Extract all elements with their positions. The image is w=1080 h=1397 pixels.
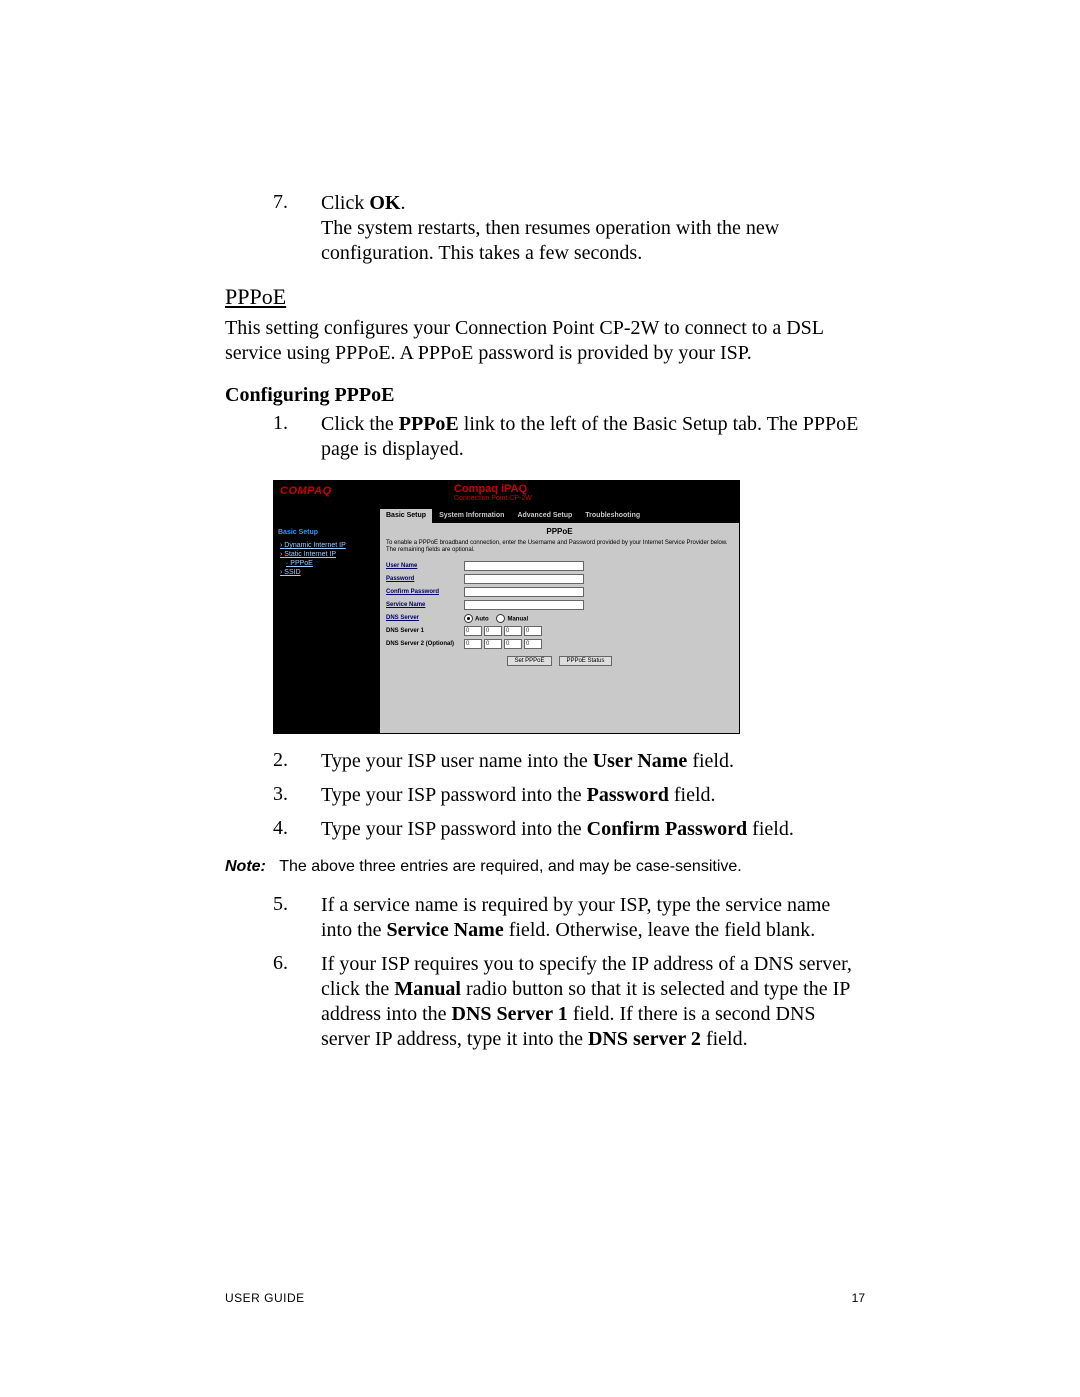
input-dns1-c[interactable]: 0 bbox=[504, 626, 522, 636]
sidebar-header: Basic Setup bbox=[278, 529, 376, 536]
sidebar-item-ssid[interactable]: › SSID bbox=[280, 569, 376, 576]
ss-sidebar: Basic Setup › Dynamic Internet IP › Stat… bbox=[274, 523, 380, 733]
heading-configuring-pppoe: Configuring PPPoE bbox=[225, 384, 865, 407]
tab-system-information[interactable]: System Information bbox=[433, 509, 510, 523]
sidebar-item-pppoe[interactable]: · PPPoE bbox=[286, 560, 376, 567]
ss-main: PPPoE To enable a PPPoE broadband connec… bbox=[380, 523, 739, 733]
label-dns2: DNS Server 2 (Optional) bbox=[386, 641, 464, 647]
footer-left: USER GUIDE bbox=[225, 1291, 305, 1305]
footer: USER GUIDE 17 bbox=[225, 1291, 865, 1305]
step-5: 5. If a service name is required by your… bbox=[273, 892, 865, 943]
embedded-screenshot: COMPAQ Compaq iPAQ Connection Point CP-2… bbox=[273, 480, 740, 734]
label-confirm-password[interactable]: Confirm Password bbox=[386, 589, 464, 595]
input-dns1-b[interactable]: 0 bbox=[484, 626, 502, 636]
sidebar-item-dynamic-ip[interactable]: › Dynamic Internet IP bbox=[280, 542, 376, 549]
heading-pppoe: PPPoE bbox=[225, 284, 865, 310]
input-confirm-password[interactable] bbox=[464, 587, 584, 597]
radio-auto-group: Auto Manual bbox=[464, 614, 528, 623]
ss-main-title: PPPoE bbox=[386, 527, 733, 536]
sidebar-item-static-ip[interactable]: › Static Internet IP bbox=[280, 551, 376, 558]
label-username[interactable]: User Name bbox=[386, 563, 464, 569]
input-username[interactable] bbox=[464, 561, 584, 571]
tab-basic-setup[interactable]: Basic Setup bbox=[380, 509, 432, 523]
button-set-pppoe[interactable]: Set PPPoE bbox=[507, 656, 551, 666]
step-2: 2. Type your ISP user name into the User… bbox=[273, 748, 865, 774]
input-dns2-b[interactable]: 0 bbox=[484, 639, 502, 649]
page: 7. Click OK. The system restarts, then r… bbox=[0, 0, 1080, 1397]
label-dns-server[interactable]: DNS Server bbox=[386, 615, 464, 621]
step-3: 3. Type your ISP password into the Passw… bbox=[273, 782, 865, 808]
tab-troubleshooting[interactable]: Troubleshooting bbox=[579, 509, 646, 523]
step-1: 1. Click the PPPoE link to the left of t… bbox=[273, 411, 865, 462]
note-label: Note: bbox=[225, 858, 266, 875]
ss-title: Compaq iPAQ bbox=[454, 483, 527, 495]
ss-subtitle: Connection Point CP-2W bbox=[454, 495, 532, 502]
radio-manual[interactable] bbox=[496, 614, 505, 623]
label-service-name[interactable]: Service Name bbox=[386, 602, 464, 608]
note: Note: The above three entries are requir… bbox=[225, 858, 865, 876]
pppoe-intro: This setting configures your Connection … bbox=[225, 316, 865, 366]
radio-auto[interactable] bbox=[464, 614, 473, 623]
ss-main-intro: To enable a PPPoE broadband connection, … bbox=[386, 540, 733, 554]
input-service-name[interactable] bbox=[464, 600, 584, 610]
compaq-logo: COMPAQ bbox=[280, 485, 332, 497]
page-number: 17 bbox=[852, 1291, 865, 1305]
step-4: 4. Type your ISP password into the Confi… bbox=[273, 816, 865, 842]
step-7-number: 7. bbox=[273, 190, 303, 215]
step-6: 6. If your ISP requires you to specify t… bbox=[273, 951, 865, 1052]
input-dns1-a[interactable]: 0 bbox=[464, 626, 482, 636]
tab-advanced-setup[interactable]: Advanced Setup bbox=[511, 509, 578, 523]
label-password[interactable]: Password bbox=[386, 576, 464, 582]
button-pppoe-status[interactable]: PPPoE Status bbox=[559, 656, 611, 666]
input-dns1-d[interactable]: 0 bbox=[524, 626, 542, 636]
input-dns2-d[interactable]: 0 bbox=[524, 639, 542, 649]
step-7: 7. Click OK. The system restarts, then r… bbox=[273, 190, 865, 266]
input-password[interactable] bbox=[464, 574, 584, 584]
note-text: The above three entries are required, an… bbox=[279, 858, 741, 875]
ss-body: Basic Setup › Dynamic Internet IP › Stat… bbox=[274, 523, 739, 733]
step-7-text: Click OK. The system restarts, then resu… bbox=[321, 191, 865, 266]
label-dns1: DNS Server 1 bbox=[386, 628, 464, 634]
ss-header: COMPAQ Compaq iPAQ Connection Point CP-2… bbox=[274, 481, 739, 509]
input-dns2-c[interactable]: 0 bbox=[504, 639, 522, 649]
ss-tabs: Basic Setup System Information Advanced … bbox=[274, 509, 739, 523]
input-dns2-a[interactable]: 0 bbox=[464, 639, 482, 649]
